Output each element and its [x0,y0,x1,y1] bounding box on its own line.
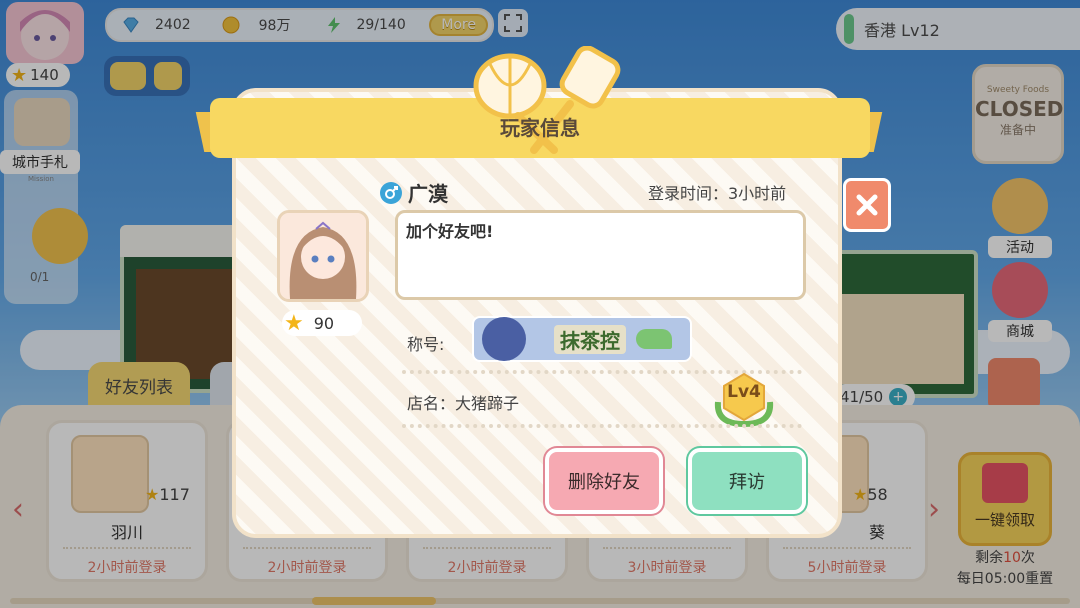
delete-friend-button[interactable]: 删除好友 [545,448,663,514]
title-text: 抹茶控 [554,324,626,354]
gender-icon [380,181,402,204]
login-time: 登录时间：3小时前 [648,184,787,203]
close-dialog-button[interactable] [843,178,891,232]
player-stars: ★ 90 [282,310,362,336]
player-message: 加个好友吧! [395,210,806,300]
player-title-badge: 抹茶控 [472,316,692,362]
title-label: 称号: [407,335,445,354]
player-name-row: 广漠 [380,178,448,207]
dialog-title: 玩家信息 [500,116,580,140]
matcha-leaf-icon [636,329,672,349]
star-icon: ★ [284,310,304,336]
divider [402,424,802,428]
player-name: 广漠 [408,182,448,206]
title-character-icon [482,317,526,361]
shop-name: 店名：大猪蹄子 [407,394,520,413]
close-icon [856,194,878,216]
visit-button[interactable]: 拜访 [688,448,806,514]
player-avatar [277,210,369,302]
shop-level: Lv4 [727,382,761,402]
